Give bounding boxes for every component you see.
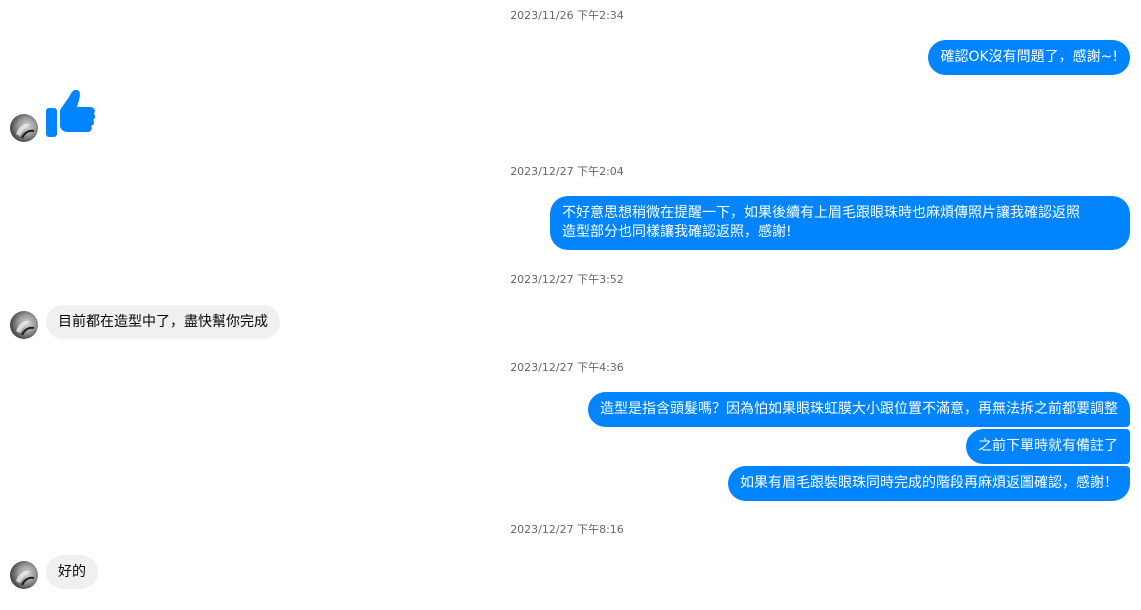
outgoing-message[interactable]: 如果有眉毛跟裝眼珠同時完成的階段再麻煩返圖確認，感謝！ [728, 466, 1130, 501]
chat-thread: 2023/11/26 下午2:34 確認OK沒有問題了，感謝~! 2023/12… [0, 0, 1141, 610]
timestamp: 2023/11/26 下午2:34 [510, 9, 624, 22]
timestamp: 2023/12/27 下午3:52 [510, 273, 624, 286]
contact-avatar[interactable] [10, 311, 38, 339]
avatar-image-icon [16, 570, 35, 586]
incoming-message[interactable]: 目前都在造型中了，盡快幫你完成 [46, 305, 280, 339]
contact-avatar[interactable] [10, 114, 38, 142]
outgoing-message[interactable]: 確認OK沒有問題了，感謝~! [928, 40, 1130, 75]
message-line: 不好意思想稍微在提醒一下，如果後續有上眉毛跟眼珠時也麻煩傳照片讓我確認返照 [562, 205, 1080, 221]
timestamp: 2023/12/27 下午4:36 [510, 361, 624, 374]
avatar-image-icon [16, 123, 35, 139]
thumbs-up-icon[interactable] [46, 88, 96, 138]
contact-avatar[interactable] [10, 561, 38, 589]
timestamp: 2023/12/27 下午2:04 [510, 165, 624, 178]
avatar-image-icon [16, 320, 35, 336]
outgoing-message[interactable]: 造型是指含頭髮嗎？因為怕如果眼珠虹膜大小跟位置不滿意，再無法拆之前都要調整 [588, 392, 1130, 427]
outgoing-message[interactable]: 之前下單時就有備註了 [966, 429, 1130, 464]
timestamp: 2023/12/27 下午8:16 [510, 523, 624, 536]
incoming-message[interactable]: 好的 [46, 555, 98, 589]
message-line: 造型部分也同樣讓我確認返照，感謝! [562, 224, 792, 240]
outgoing-message[interactable]: 不好意思想稍微在提醒一下，如果後續有上眉毛跟眼珠時也麻煩傳照片讓我確認返照 造型… [550, 196, 1130, 250]
